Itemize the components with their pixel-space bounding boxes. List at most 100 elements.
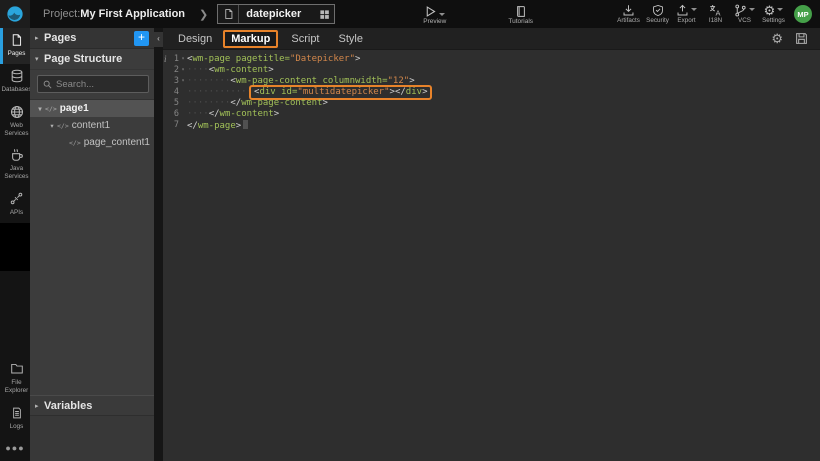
chevron-down-icon: ▾ <box>35 55 44 63</box>
code-line-1[interactable]: i1▾<wm-page pagetitle="Datepicker"> <box>163 54 820 65</box>
tree-item-content1[interactable]: ▾</>content1 <box>30 117 154 134</box>
code-line-7[interactable]: 7 </wm-page> <box>163 120 820 131</box>
sidebar-item-web-services[interactable]: Web Services <box>0 100 30 144</box>
left-icon-rail: PagesDatabases Web Services Java ServicesA… <box>0 28 30 461</box>
artifacts-icon <box>622 3 635 17</box>
collapse-panel-button[interactable]: ‹ <box>154 32 163 47</box>
panel-bottom-filler <box>30 415 154 461</box>
preview-button[interactable]: Preview <box>423 0 446 28</box>
sidebar-item-label: Web Services <box>3 122 30 138</box>
add-page-button[interactable]: + <box>134 31 149 46</box>
topbar-tool-export[interactable]: Export <box>672 0 701 28</box>
topbar-tools: ArtifactsSecurity Export AI18N VCS ⚙Settings <box>614 0 788 28</box>
editor-tabs: Design Markup Script Style <box>178 30 382 48</box>
sidebar-item-label: File Explorer <box>3 379 30 395</box>
line-number: i1 <box>163 54 179 65</box>
line-number: 6 <box>163 109 179 120</box>
chevron-down-icon[interactable]: ▾ <box>35 105 45 113</box>
sidebar-item-logs[interactable]: Logs <box>0 401 30 437</box>
save-icon[interactable] <box>795 32 808 45</box>
variables-title: Variables <box>44 400 92 412</box>
tool-label: Artifacts <box>617 18 640 24</box>
tab-markup[interactable]: Markup <box>223 30 278 48</box>
code-line-2[interactable]: 2▾····<wm-content> <box>163 65 820 76</box>
chevron-down-icon <box>749 8 755 11</box>
topbar-tool-artifacts[interactable]: Artifacts <box>614 0 643 28</box>
fold-arrow-icon[interactable]: ▾ <box>179 65 187 76</box>
chevron-right-icon: ▸ <box>35 402 44 410</box>
user-avatar[interactable]: MP <box>794 5 812 23</box>
sidebar-item-databases[interactable]: Databases <box>0 64 30 100</box>
folder-icon <box>10 362 24 377</box>
text-cursor <box>243 120 248 129</box>
web-services-icon <box>10 105 24 120</box>
topbar-tool-settings[interactable]: ⚙Settings <box>759 0 788 28</box>
line-number: 3 <box>163 76 179 87</box>
sidebar-item-java-services[interactable]: Java Services <box>0 143 30 187</box>
java-services-icon <box>10 148 24 163</box>
code-text: ····</wm-content> <box>187 109 279 120</box>
fold-spacer <box>179 87 187 98</box>
tutorials-label: Tutorials <box>508 19 533 26</box>
export-icon <box>676 3 697 17</box>
tree-item-page1[interactable]: ▾</>page1 <box>30 100 154 117</box>
topbar-tool-security[interactable]: Security <box>643 0 672 28</box>
code-line-5[interactable]: 5········</wm-page-content> <box>163 98 820 109</box>
tab-style[interactable]: Style <box>339 33 363 45</box>
tool-label: Export <box>677 18 695 24</box>
pages-icon <box>10 33 23 48</box>
tool-label: I18N <box>709 18 722 24</box>
tree-item-label: page1 <box>60 103 89 114</box>
fold-arrow-icon[interactable]: ▾ <box>179 54 187 65</box>
markup-settings-gear-icon[interactable]: ⚙ <box>771 32 783 45</box>
play-icon <box>424 5 437 18</box>
code-line-4[interactable]: 4 ············<div id="multidatepicker"><… <box>163 87 820 98</box>
topbar-tool-vcs[interactable]: VCS <box>730 0 759 28</box>
project-label: Project: <box>43 8 80 20</box>
code-text: ····<wm-content> <box>187 65 274 76</box>
variables-header[interactable]: ▸ Variables <box>30 395 154 415</box>
tutorials-button[interactable]: Tutorials <box>508 0 533 28</box>
chevron-down-icon <box>691 8 697 11</box>
page-structure-header[interactable]: ▾ Page Structure <box>30 49 154 70</box>
tool-label: VCS <box>738 18 751 24</box>
rail-gap <box>0 223 30 271</box>
code-text: ············<div id="multidatepicker"></… <box>187 87 429 98</box>
line-number: 7 <box>163 120 179 131</box>
rail-spacer <box>0 271 30 357</box>
panel-divider: ‹ <box>154 28 163 461</box>
fold-arrow-icon[interactable]: ▾ <box>179 76 187 87</box>
settings-icon: ⚙ <box>764 3 784 17</box>
svg-text:A: A <box>715 8 720 17</box>
fold-spacer <box>179 120 187 131</box>
search-input[interactable] <box>56 79 136 90</box>
topbar-tool-i18n[interactable]: AI18N <box>701 0 730 28</box>
grid-icon[interactable] <box>314 9 334 20</box>
editor-toolbar: ⚙ <box>771 32 820 45</box>
tool-label: Settings <box>762 18 785 24</box>
chevron-right-icon[interactable]: ▸ <box>35 34 44 42</box>
wavemaker-logo[interactable] <box>0 0 30 28</box>
tab-script[interactable]: Script <box>291 33 319 45</box>
sidebar-item-apis[interactable]: APIs <box>0 187 30 223</box>
line-number: 4 <box>163 87 179 98</box>
code-text: </wm-page> <box>187 120 248 131</box>
more-icon[interactable]: ●●● <box>0 437 30 461</box>
page-structure-tree: ▾</>page1▾</>content1</>page_content1 <box>30 100 154 151</box>
sidebar-item-file-explorer[interactable]: File Explorer <box>0 357 30 401</box>
page-tab-datepicker[interactable]: datepicker <box>217 4 335 24</box>
databases-icon <box>10 69 24 84</box>
search-box[interactable] <box>37 75 149 93</box>
code-line-6[interactable]: 6 ····</wm-content> <box>163 109 820 120</box>
panel-spacer <box>30 151 154 395</box>
tab-design[interactable]: Design <box>178 33 212 45</box>
code-icon: </> <box>57 122 69 130</box>
tree-item-page-content1[interactable]: </>page_content1 <box>30 134 154 151</box>
sidebar-item-pages[interactable]: Pages <box>0 28 30 64</box>
chevron-down-icon <box>777 8 783 11</box>
tutorials-icon <box>515 5 527 18</box>
search-area <box>30 70 154 100</box>
code-editor[interactable]: i1▾<wm-page pagetitle="Datepicker">2▾···… <box>163 50 820 461</box>
rail-bottom-items: File Explorer Logs <box>0 357 30 437</box>
chevron-down-icon[interactable]: ▾ <box>47 122 57 130</box>
